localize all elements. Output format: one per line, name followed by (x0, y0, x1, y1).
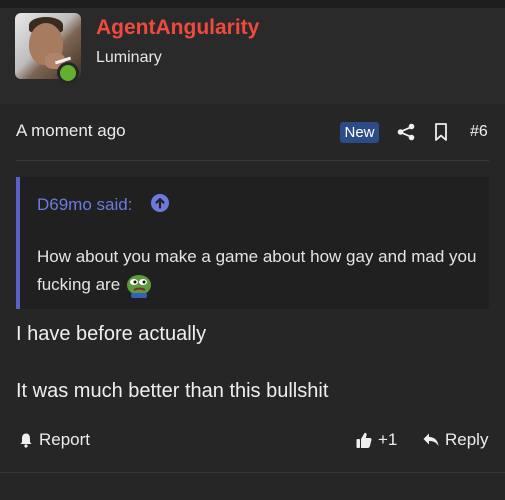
quote-header: D69mo said: (20, 177, 489, 232)
reply-label: Reply (445, 430, 489, 449)
post-number[interactable]: #6 (470, 123, 488, 141)
quote-block: D69mo said: How about you make a game ab… (16, 177, 489, 309)
pepe-emoji (126, 274, 151, 298)
user-title: Luminary (96, 49, 162, 66)
message-line: It was much better than this bullshit (16, 380, 329, 402)
message-line: I have before actually (16, 323, 207, 345)
report-label: Report (39, 430, 91, 449)
like-count: +1 (378, 430, 398, 449)
reply-icon (423, 433, 439, 446)
quote-text: How about you make a game about how gay … (37, 247, 477, 294)
divider (16, 160, 489, 161)
quote-text-container: How about you make a game about how gay … (37, 243, 482, 299)
online-status-indicator (57, 62, 79, 84)
bell-icon (20, 433, 32, 448)
avatar-container[interactable] (15, 13, 81, 84)
like-button[interactable]: +1 (355, 430, 397, 450)
report-button[interactable]: Report (18, 430, 90, 450)
post-time[interactable]: A moment ago (16, 121, 126, 141)
thumbs-up-icon (356, 432, 372, 448)
share-icon[interactable] (396, 122, 416, 142)
bookmark-icon[interactable] (432, 122, 450, 142)
reply-button[interactable]: Reply (422, 430, 488, 450)
post-header: AgentAngularity Luminary (0, 8, 505, 104)
arrow-up-circle-icon[interactable] (150, 193, 170, 213)
top-strip (0, 0, 505, 8)
username[interactable]: AgentAngularity (96, 16, 259, 40)
quote-author[interactable]: D69mo said: (37, 195, 132, 215)
new-badge: New (340, 122, 379, 143)
divider (0, 472, 505, 473)
